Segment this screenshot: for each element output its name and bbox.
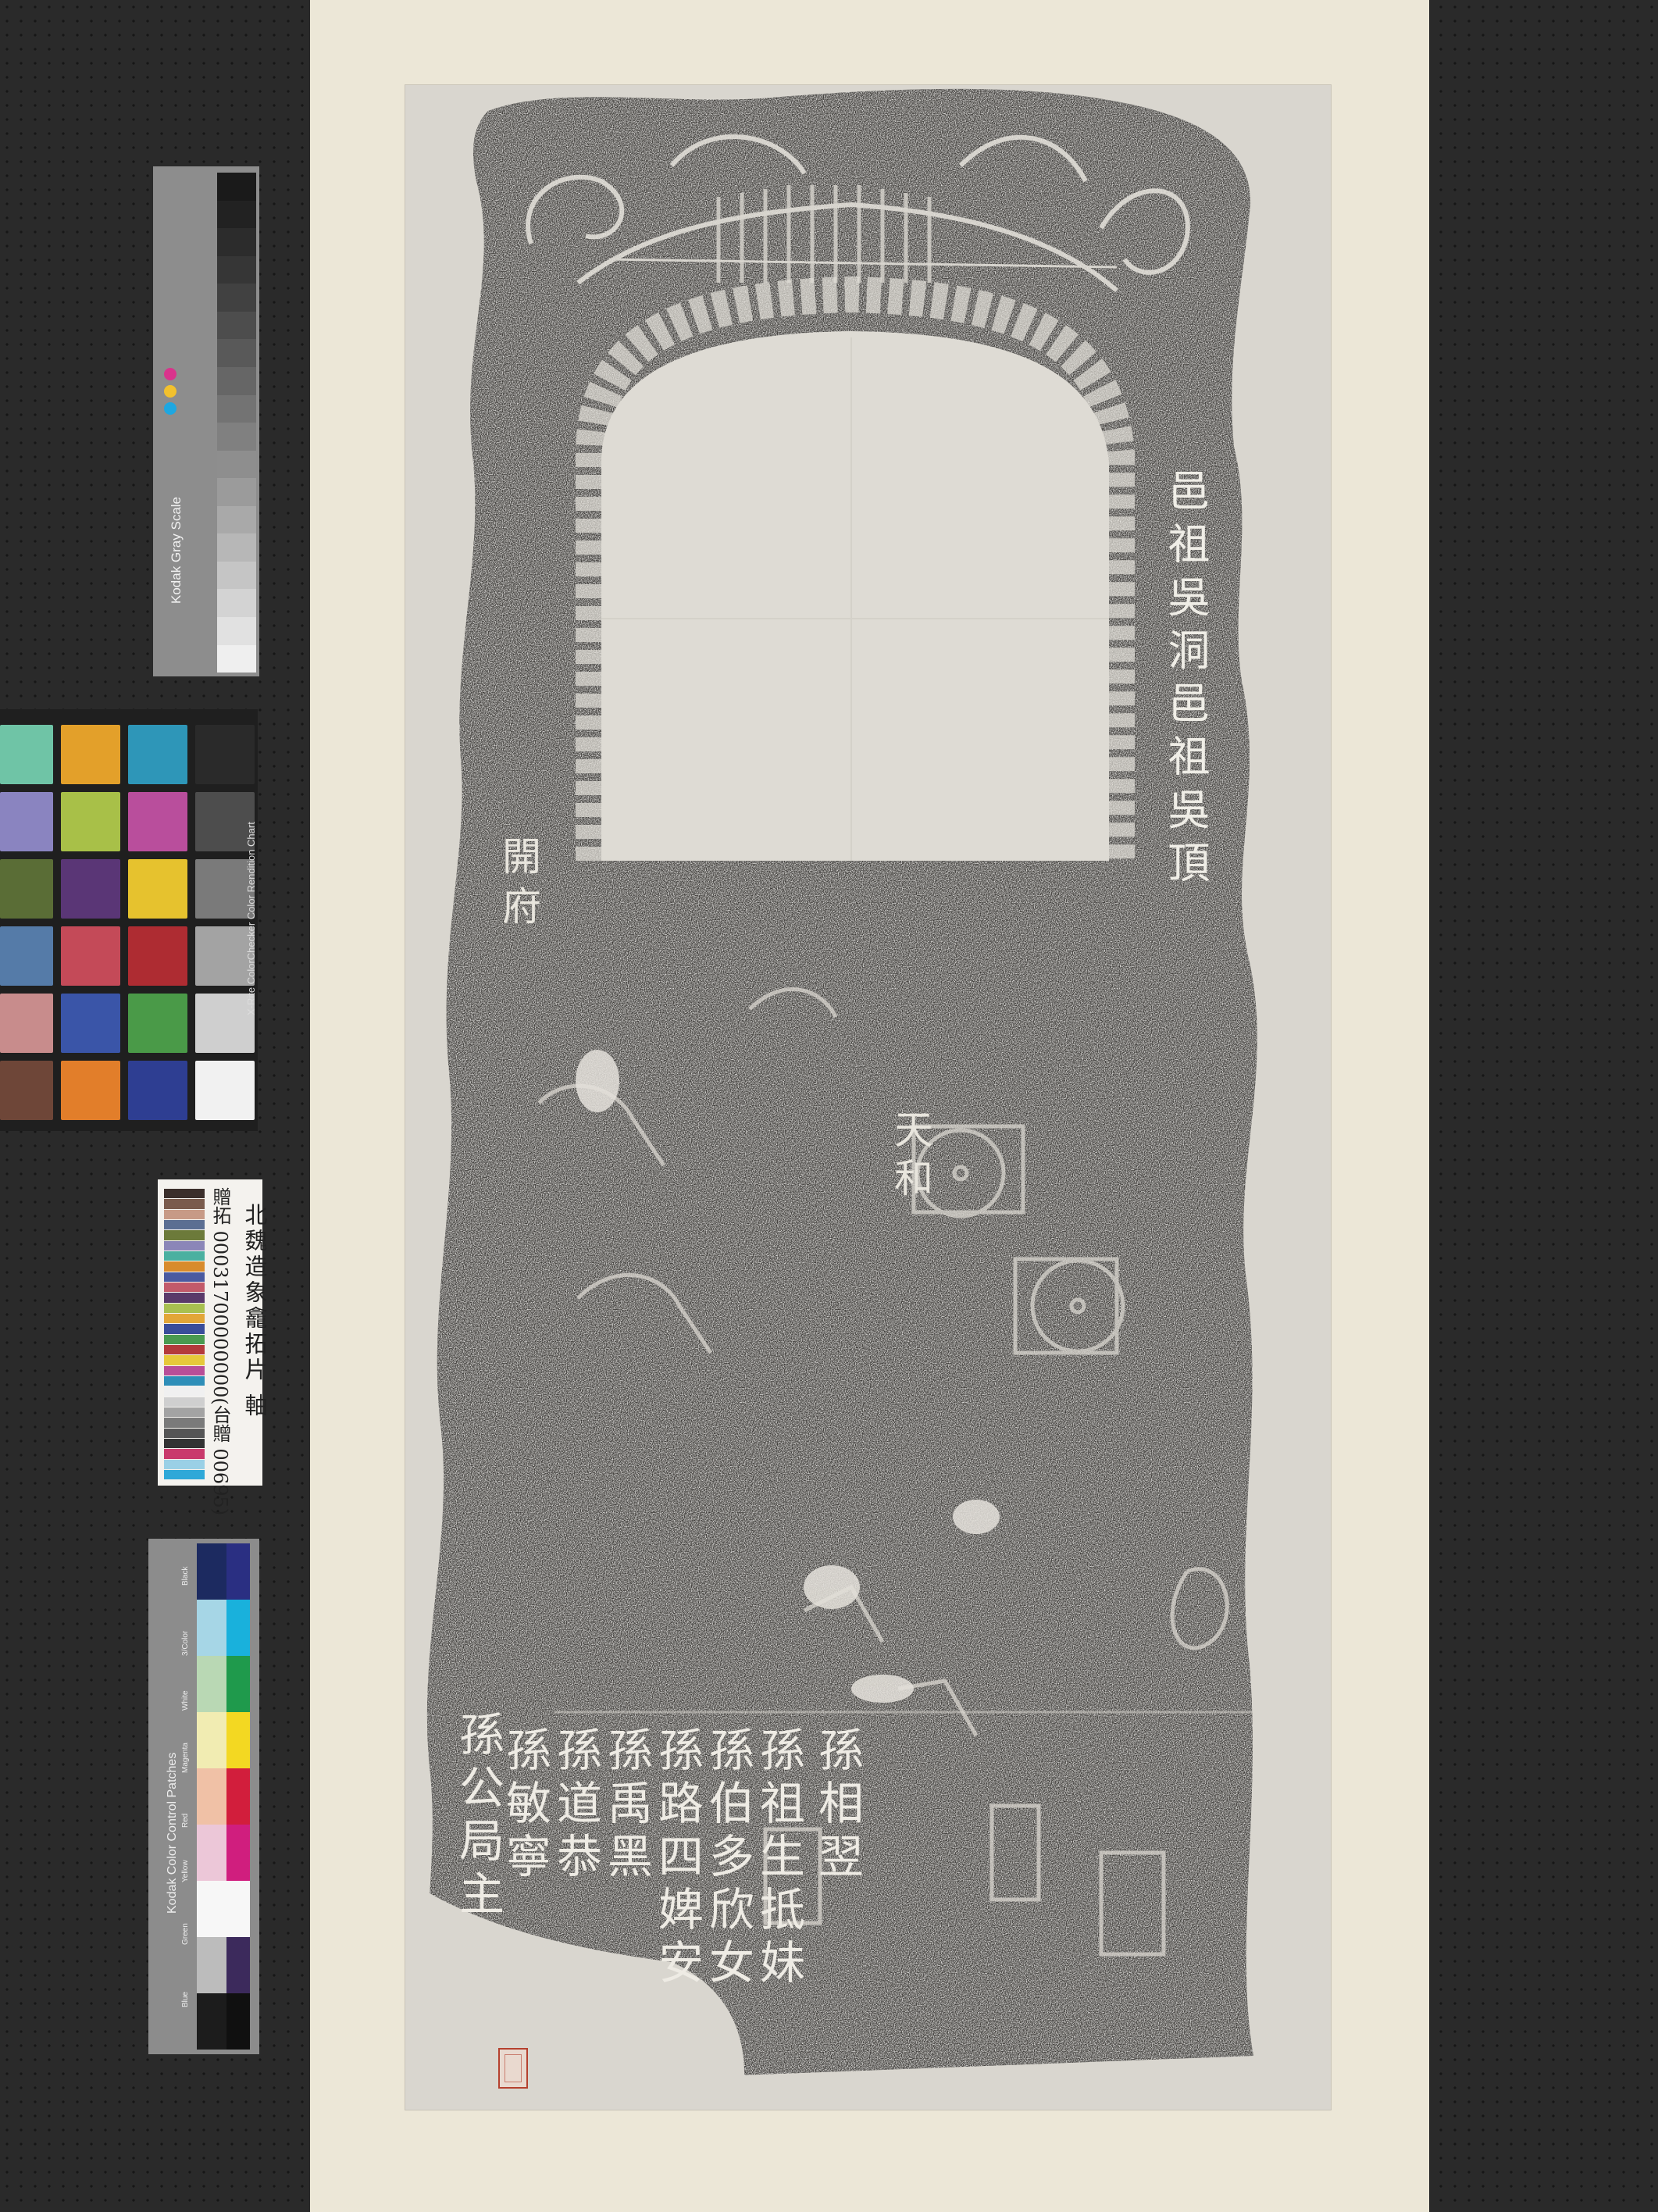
object-title: 北魏造象龕拓片 軸	[241, 1203, 268, 1420]
gray-scale-label: Kodak Gray Scale	[169, 496, 184, 604]
color-patches-label: Kodak Color Control Patches	[166, 1752, 179, 1914]
patch-word: White	[181, 1690, 190, 1711]
blank-niche	[601, 331, 1109, 861]
red-seal	[498, 2048, 528, 2089]
patch-word: Yellow	[181, 1860, 190, 1882]
gray-steps	[217, 173, 256, 673]
patch-word: Green	[181, 1923, 190, 1945]
inscription-middle: 天和	[888, 1109, 933, 1206]
patch-word: Black	[181, 1566, 190, 1586]
inscription-column: 孫相翌	[811, 1726, 864, 1886]
patch-word: Blue	[181, 1991, 190, 2007]
magenta-dot-icon	[164, 368, 176, 380]
cyan-dot-icon	[164, 402, 176, 415]
inscription-left: 開府	[496, 836, 541, 936]
catalog-number: 贈拓 00031700000000(台贈 00695)	[209, 1187, 231, 1516]
patch-column-right	[226, 1543, 250, 2050]
checker-cells	[0, 725, 255, 1120]
mini-color-chart	[164, 1189, 205, 1480]
patch-word: Magenta	[181, 1743, 190, 1773]
inscription-right: 邑祖吳洞邑祖吳頂	[1161, 469, 1210, 894]
color-checker-label: X-Rite ColorChecker Color Rendition Char…	[245, 822, 257, 1015]
patch-word: Red	[181, 1813, 190, 1828]
inscription-column: 孫公局主	[451, 1711, 505, 1923]
gray-scale-target: Kodak Gray Scale	[153, 166, 259, 676]
patch-column-left	[197, 1543, 228, 2050]
color-checker	[0, 709, 258, 1131]
patch-word: 3/Color	[181, 1630, 190, 1656]
yellow-dot-icon	[164, 385, 176, 398]
